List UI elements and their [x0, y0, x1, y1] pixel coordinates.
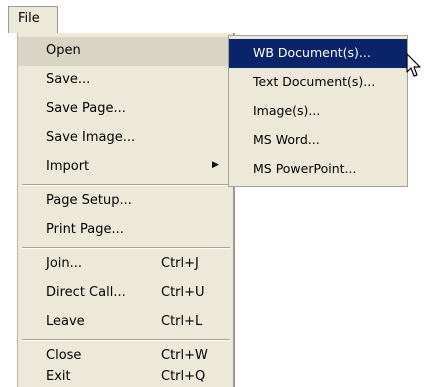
menu-item-shortcut: Ctrl+J	[161, 256, 199, 271]
menu-item-label: Join...	[46, 256, 83, 271]
submenu-item-label: Image(s)...	[253, 103, 321, 118]
menu-item-shortcut: Ctrl+Q	[161, 369, 206, 384]
menu-item-label: Exit	[46, 369, 71, 384]
triangle-right-icon: ▶	[212, 160, 219, 170]
menu-item-label: Page Setup...	[46, 193, 132, 208]
submenu-item-label: MS PowerPoint...	[253, 161, 357, 176]
menu-item-save-page[interactable]: Save Page...	[18, 95, 233, 124]
menu-item-leave[interactable]: Leave Ctrl+L	[18, 308, 233, 337]
menu-item-exit[interactable]: Exit Ctrl+Q	[18, 363, 233, 387]
menu-separator	[22, 184, 230, 186]
menu-item-label: Direct Call...	[46, 285, 126, 300]
submenu-item-ms-powerpoint[interactable]: MS PowerPoint...	[229, 155, 407, 184]
open-submenu: WB Document(s)... Text Document(s)... Im…	[228, 35, 408, 187]
menu-item-label: Save Image...	[46, 130, 136, 145]
submenu-item-ms-word[interactable]: MS Word...	[229, 126, 407, 155]
menu-item-label: Import	[46, 159, 90, 174]
menu-item-label: Leave	[46, 314, 85, 329]
menu-item-print-page[interactable]: Print Page...	[18, 216, 233, 245]
submenu-item-label: MS Word...	[253, 132, 320, 147]
menu-item-shortcut: Ctrl+W	[161, 348, 208, 363]
menu-item-label: Close	[46, 348, 82, 363]
submenu-item-label: WB Document(s)...	[253, 45, 371, 60]
submenu-item-images[interactable]: Image(s)...	[229, 97, 407, 126]
submenu-item-text-documents[interactable]: Text Document(s)...	[229, 68, 407, 97]
arrow-cursor-icon	[406, 53, 421, 77]
file-dropdown-menu: Open Save... Save Page... Save Image... …	[17, 33, 235, 387]
menu-item-label: Print Page...	[46, 222, 124, 237]
menu-item-label: Save...	[46, 72, 91, 87]
menu-item-save-image[interactable]: Save Image...	[18, 124, 233, 153]
submenu-item-wb-documents[interactable]: WB Document(s)...	[229, 39, 407, 68]
menu-item-shortcut: Ctrl+L	[161, 314, 203, 329]
menu-item-open[interactable]: Open	[18, 37, 233, 66]
menu-item-shortcut: Ctrl+U	[161, 285, 205, 300]
menu-item-direct-call[interactable]: Direct Call... Ctrl+U	[18, 279, 233, 308]
menu-item-save[interactable]: Save...	[18, 66, 233, 95]
menu-item-join[interactable]: Join... Ctrl+J	[18, 250, 233, 279]
menu-item-label: Open	[46, 43, 81, 58]
menu-item-page-setup[interactable]: Page Setup...	[18, 187, 233, 216]
menu-item-label: Save Page...	[46, 101, 126, 116]
file-menu-label: File	[18, 11, 40, 26]
menu-separator	[22, 339, 230, 341]
menu-item-import[interactable]: Import ▶	[18, 153, 233, 182]
submenu-item-label: Text Document(s)...	[253, 74, 376, 89]
menu-separator	[22, 247, 230, 249]
file-menu-title[interactable]: File	[8, 6, 58, 33]
